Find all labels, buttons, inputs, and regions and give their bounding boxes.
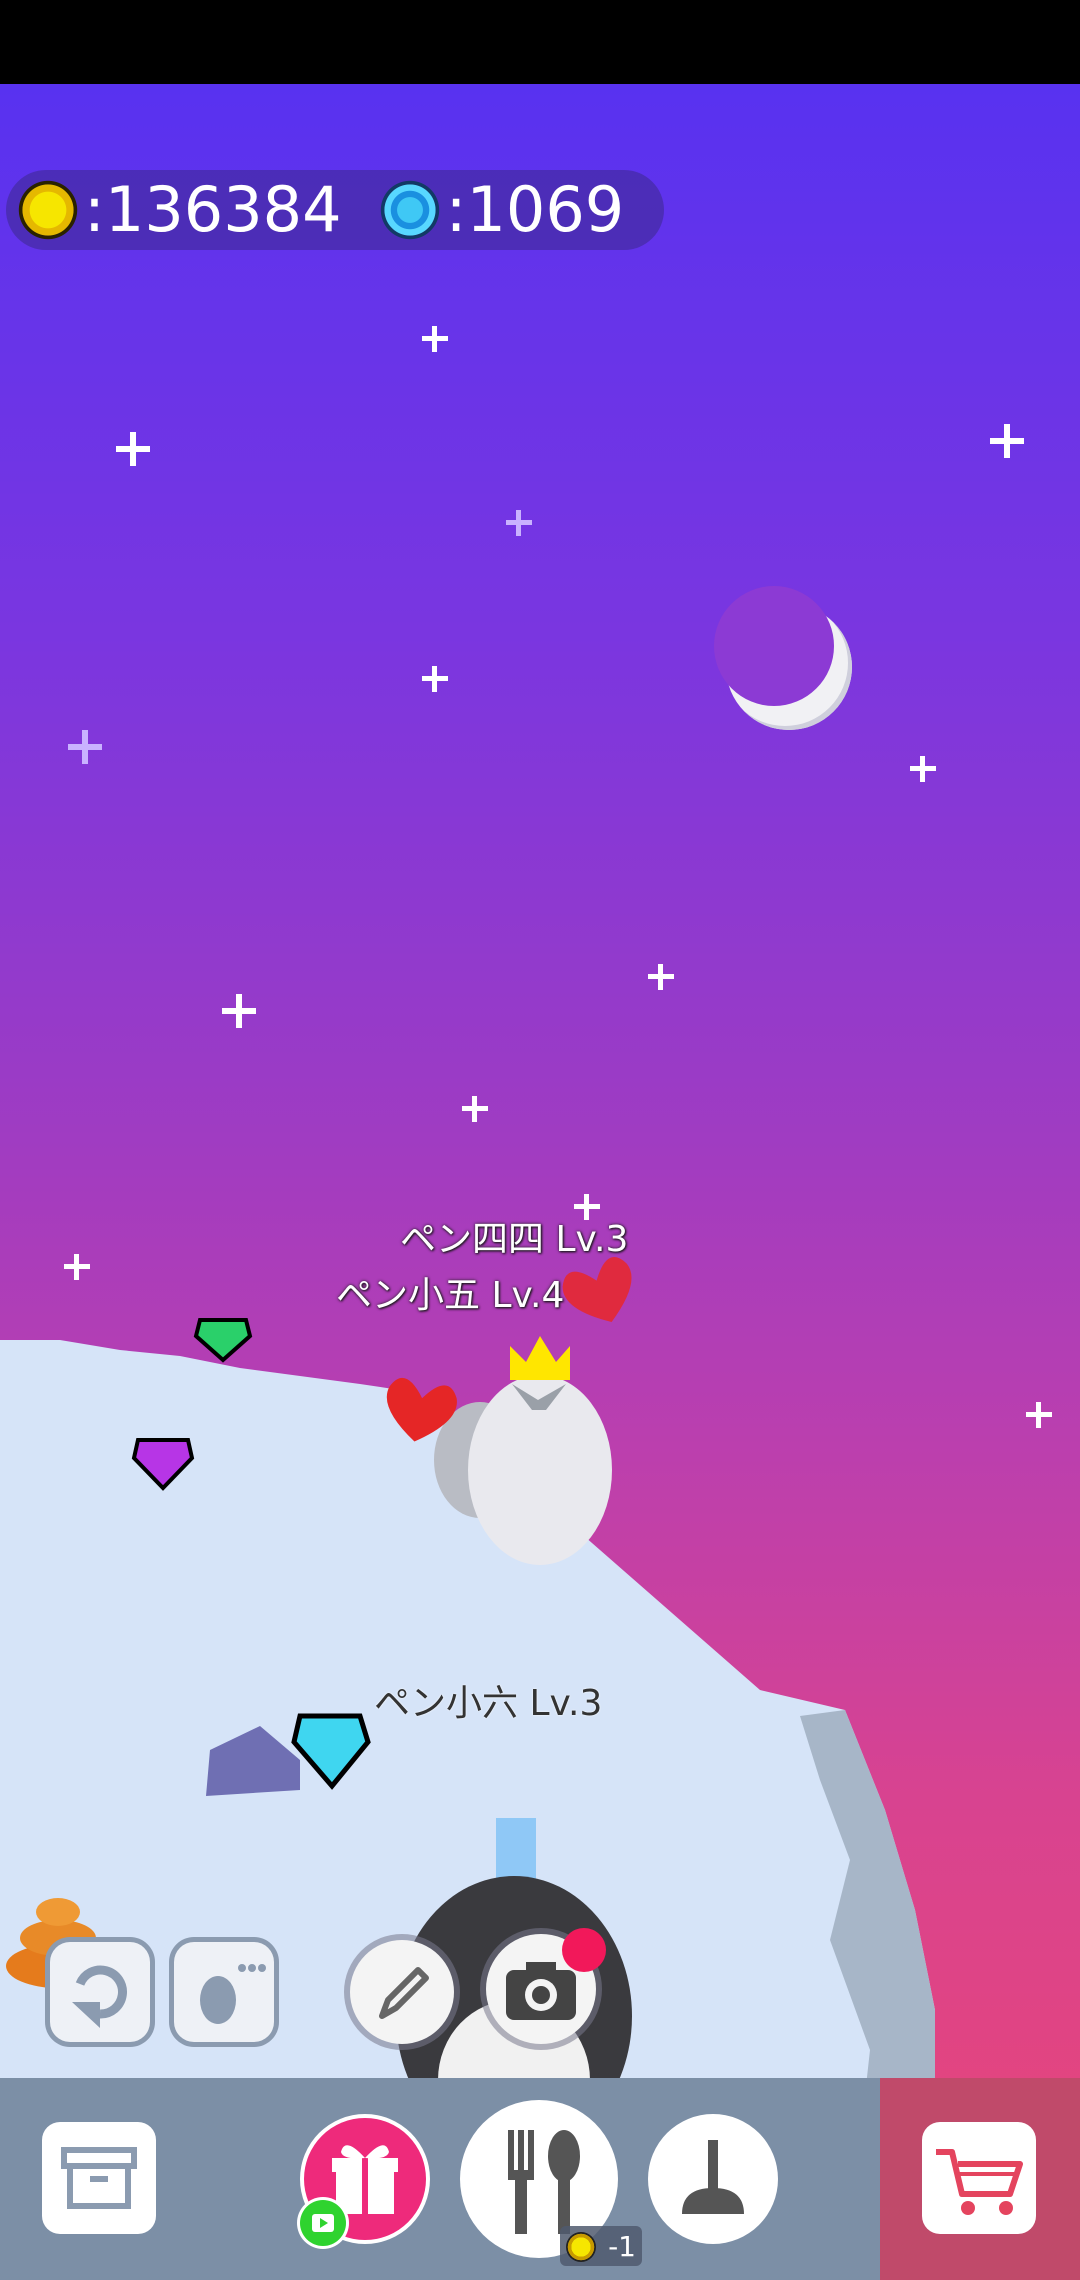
penguin-level: Lv.3 — [529, 1683, 603, 1724]
penguin-level: Lv.3 — [555, 1219, 629, 1260]
gem-count: :1069 — [445, 173, 625, 246]
video-play-icon[interactable] — [300, 2200, 346, 2246]
feed-cost: -1 — [608, 2229, 636, 2263]
pencil-icon — [379, 1967, 429, 2019]
penguin-name: ペン四四 — [400, 1219, 545, 1260]
plunger-icon — [682, 2140, 744, 2214]
penguin-list-icon — [200, 1964, 266, 2024]
penguin-name: ペン小五 — [336, 1275, 481, 1316]
green-gem-icon[interactable] — [193, 1318, 253, 1363]
penguin-name-tag: ペン小六 Lv.3 — [374, 1674, 602, 1726]
rotate-button[interactable] — [50, 1942, 150, 2042]
clean-button[interactable] — [648, 2114, 778, 2244]
archive-box-icon — [61, 2147, 137, 2209]
penguin-name-tag: ペン四四 Lv.3 — [400, 1210, 628, 1262]
penguin-level: Lv.4 — [491, 1275, 565, 1316]
notification-dot — [562, 1928, 606, 1972]
cart-icon — [936, 2149, 1023, 2215]
currency-bar: :136384 :1069 — [6, 170, 664, 250]
rotate-icon — [72, 1965, 127, 2028]
coin-icon — [16, 178, 80, 242]
coin-icon — [566, 2232, 596, 2262]
archive-button[interactable] — [42, 2122, 156, 2234]
coin-count: :136384 — [84, 173, 342, 246]
crown-icon — [510, 1336, 570, 1380]
edit-button[interactable] — [350, 1940, 454, 2044]
heart-icon — [562, 1257, 632, 1322]
penguin-list-button[interactable] — [174, 1942, 274, 2042]
penguin-name: ペン小六 — [374, 1683, 519, 1724]
shop-button[interactable] — [922, 2122, 1036, 2234]
gem-icon — [377, 178, 442, 242]
penguin-name-tag: ペン小五 Lv.4 — [336, 1266, 564, 1318]
